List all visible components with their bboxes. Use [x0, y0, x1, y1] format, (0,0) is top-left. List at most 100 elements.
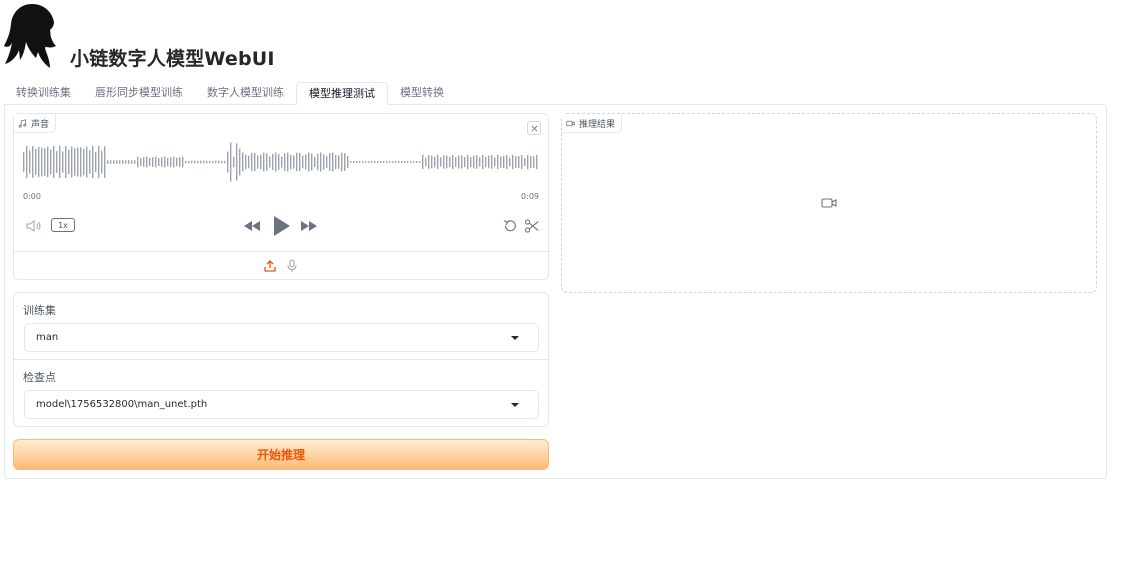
dropdown-caret-icon: [511, 336, 519, 340]
volume-button[interactable]: [25, 218, 43, 234]
dataset-dropdown[interactable]: man: [24, 323, 539, 352]
volume-icon: [26, 220, 41, 232]
audio-waveform[interactable]: [23, 142, 539, 182]
waveform-bar: [155, 156, 157, 168]
waveform-bar: [119, 160, 121, 164]
waveform-bar: [98, 145, 100, 179]
waveform-bar: [497, 154, 499, 170]
waveform-bar: [185, 160, 187, 164]
waveform-bar: [206, 160, 208, 164]
waveform-bar: [182, 156, 184, 168]
waveform-bar: [200, 160, 202, 164]
waveform-bar: [410, 161, 412, 163]
waveform-bar: [422, 154, 424, 170]
waveform-bar: [404, 161, 406, 163]
result-label-text: 推理结果: [579, 119, 616, 130]
waveform-bar: [278, 153, 280, 171]
reset-button[interactable]: [501, 217, 519, 235]
checkpoint-value: model\1756532800\man_unet.pth: [36, 399, 208, 410]
waveform-bar: [203, 160, 205, 164]
scissors-icon: [524, 219, 539, 233]
result-label: 推理结果: [562, 114, 623, 133]
checkpoint-row: 检查点 model\1756532800\man_unet.pth: [14, 360, 548, 427]
waveform-bar: [329, 153, 331, 171]
waveform-bar: [527, 154, 529, 170]
waveform-bar: [359, 161, 361, 163]
waveform-bar: [287, 152, 289, 172]
waveform-bar: [224, 160, 226, 164]
waveform-bar: [368, 161, 370, 163]
music-note-icon: [18, 118, 27, 128]
waveform-bar: [320, 152, 322, 172]
waveform-bar: [464, 157, 466, 167]
tab-avatar-training[interactable]: 数字人模型训练: [195, 82, 296, 104]
waveform-bar: [506, 155, 508, 169]
app-logo: [2, 2, 62, 70]
rewind-button[interactable]: [242, 218, 262, 234]
waveform-bar: [71, 146, 73, 178]
fast-forward-button[interactable]: [299, 218, 319, 234]
waveform-bar: [458, 155, 460, 169]
app-title: 小链数字人模型WebUI: [70, 48, 275, 70]
waveform-bar: [89, 150, 91, 174]
waveform-bar: [26, 145, 28, 179]
waveform-bar: [113, 160, 115, 164]
tab-inference-test[interactable]: 模型推理测试: [296, 82, 388, 105]
waveform-bar: [101, 150, 103, 174]
waveform-bar: [446, 155, 448, 169]
waveform-bar: [146, 156, 148, 168]
waveform-bar: [257, 155, 259, 169]
checkpoint-dropdown[interactable]: model\1756532800\man_unet.pth: [24, 390, 539, 419]
waveform-bar: [230, 142, 232, 182]
waveform-bar: [338, 155, 340, 169]
waveform-bar: [317, 153, 319, 171]
waveform-bar: [461, 155, 463, 169]
record-audio-button[interactable]: [285, 259, 299, 273]
inference-result-output: 推理结果: [561, 113, 1097, 293]
waveform-bar: [494, 157, 496, 167]
waveform-bar: [428, 155, 430, 169]
waveform-bar: [239, 148, 241, 176]
waveform-bar: [32, 146, 34, 178]
waveform-bar: [401, 161, 403, 163]
waveform-bar: [110, 160, 112, 164]
waveform-bar: [290, 154, 292, 170]
audio-label-text: 声音: [31, 119, 50, 130]
waveform-bar: [434, 156, 436, 168]
waveform-bar: [362, 161, 364, 163]
play-button[interactable]: [270, 214, 292, 238]
clear-audio-button[interactable]: [527, 121, 541, 135]
waveform-bar: [173, 156, 175, 168]
playback-rate-button[interactable]: 1x: [51, 218, 75, 232]
waveform-bar: [374, 161, 376, 163]
waveform-bar: [455, 157, 457, 167]
waveform-bar: [125, 160, 127, 164]
waveform-bar: [413, 161, 415, 163]
waveform-bar: [38, 147, 40, 177]
waveform-bar: [308, 152, 310, 172]
waveform-bar: [452, 154, 454, 170]
model-selection-group: 训练集 man 检查点 model\1756532800\man_unet.pt…: [13, 292, 549, 427]
waveform-bar: [68, 149, 70, 175]
start-inference-button[interactable]: 开始推理: [13, 439, 549, 470]
waveform-bar: [41, 147, 43, 177]
waveform-bar: [326, 156, 328, 168]
waveform-bar: [140, 158, 142, 166]
tab-model-convert[interactable]: 模型转换: [388, 82, 456, 104]
waveform-bar: [194, 160, 196, 164]
waveform-bar: [215, 160, 217, 164]
tab-convert-dataset[interactable]: 转换训练集: [4, 82, 83, 104]
waveform-bar: [35, 148, 37, 176]
tab-lipsync-training[interactable]: 唇形同步模型训练: [83, 82, 195, 104]
waveform-bar: [74, 148, 76, 176]
video-placeholder-icon: [821, 198, 837, 208]
dropdown-caret-icon: [511, 403, 519, 407]
waveform-bar: [104, 146, 106, 178]
upload-audio-button[interactable]: [263, 259, 277, 273]
waveform-bar: [212, 160, 214, 164]
trim-button[interactable]: [523, 217, 541, 235]
waveform-bar: [170, 157, 172, 167]
checkpoint-label: 检查点: [23, 371, 56, 384]
audio-input: 声音 0:00 0:09 1x: [13, 113, 549, 280]
dataset-value: man: [36, 332, 59, 343]
